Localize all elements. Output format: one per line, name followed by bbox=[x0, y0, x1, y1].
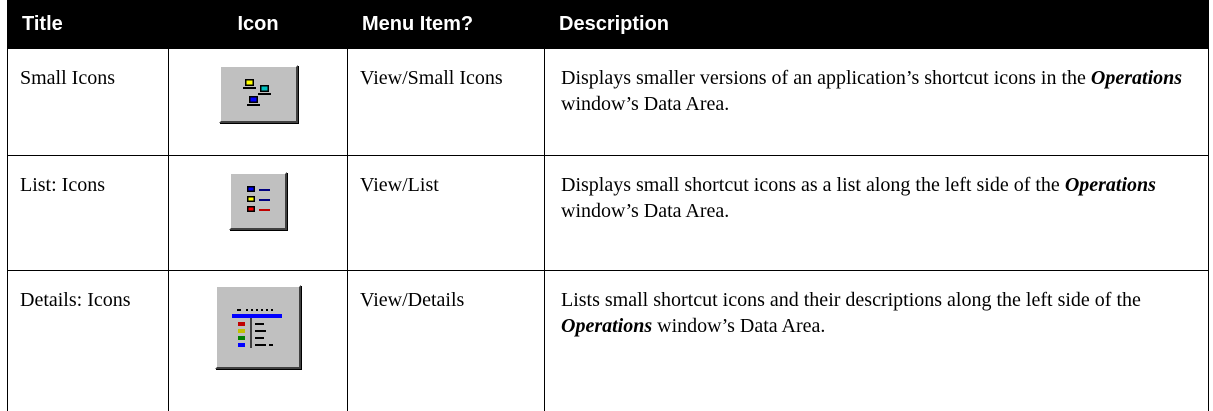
row-description-cell: Displays smaller versions of an applicat… bbox=[544, 48, 1209, 156]
desc-text: Displays small shortcut icons as a list … bbox=[561, 174, 1065, 196]
row-title-cell: Details: Icons bbox=[7, 270, 169, 411]
row-description-cell: Displays small shortcut icons as a list … bbox=[544, 155, 1209, 271]
header-row: Title Icon Menu Item? Description bbox=[7, 0, 1209, 49]
row-description: Displays small shortcut icons as a list … bbox=[545, 156, 1208, 224]
list-icon bbox=[229, 172, 287, 230]
table-row: Details: Icons View/Details Lists small … bbox=[7, 270, 1209, 411]
desc-text: Lists small shortcut icons and their des… bbox=[561, 289, 1141, 311]
row-menu-cell: View/Details bbox=[347, 270, 545, 411]
row-menu-item: View/Details bbox=[360, 289, 465, 311]
row-icon-cell bbox=[168, 48, 348, 156]
desc-emphasis: Operations bbox=[561, 315, 653, 337]
icons-table: Title Icon Menu Item? Description Small … bbox=[7, 0, 1209, 411]
header-title: Title bbox=[7, 0, 169, 49]
row-menu-item: View/Small Icons bbox=[360, 67, 503, 89]
row-description: Displays smaller versions of an applicat… bbox=[545, 49, 1208, 117]
row-title: Small Icons bbox=[20, 67, 115, 89]
row-menu-cell: View/Small Icons bbox=[347, 48, 545, 156]
row-title-cell: List: Icons bbox=[7, 155, 169, 271]
row-description: Lists small shortcut icons and their des… bbox=[545, 271, 1208, 339]
row-menu-item: View/List bbox=[360, 174, 439, 196]
row-description-cell: Lists small shortcut icons and their des… bbox=[544, 270, 1209, 411]
desc-text: window’s Data Area. bbox=[652, 315, 826, 337]
row-title-cell: Small Icons bbox=[7, 48, 169, 156]
table-row: Small Icons View/Small Icons Displays sm… bbox=[7, 48, 1209, 156]
row-menu-cell: View/List bbox=[347, 155, 545, 271]
desc-text: Displays smaller versions of an applicat… bbox=[561, 67, 1091, 89]
row-title: List: Icons bbox=[20, 174, 105, 196]
row-icon-cell bbox=[168, 155, 348, 271]
desc-text: window’s Data Area. bbox=[561, 93, 730, 115]
row-icon-cell bbox=[168, 270, 348, 411]
desc-emphasis: Operations bbox=[1064, 174, 1156, 196]
table-row: List: Icons View/List Displays small sho… bbox=[7, 155, 1209, 271]
desc-text: window’s Data Area. bbox=[561, 200, 730, 222]
row-title: Details: Icons bbox=[20, 289, 131, 311]
header-menu-item: Menu Item? bbox=[347, 0, 545, 49]
header-icon: Icon bbox=[168, 0, 348, 49]
details-icon bbox=[215, 285, 301, 369]
small-icons-icon bbox=[218, 65, 298, 123]
header-description: Description bbox=[544, 0, 1209, 49]
desc-emphasis: Operations bbox=[1090, 67, 1183, 89]
